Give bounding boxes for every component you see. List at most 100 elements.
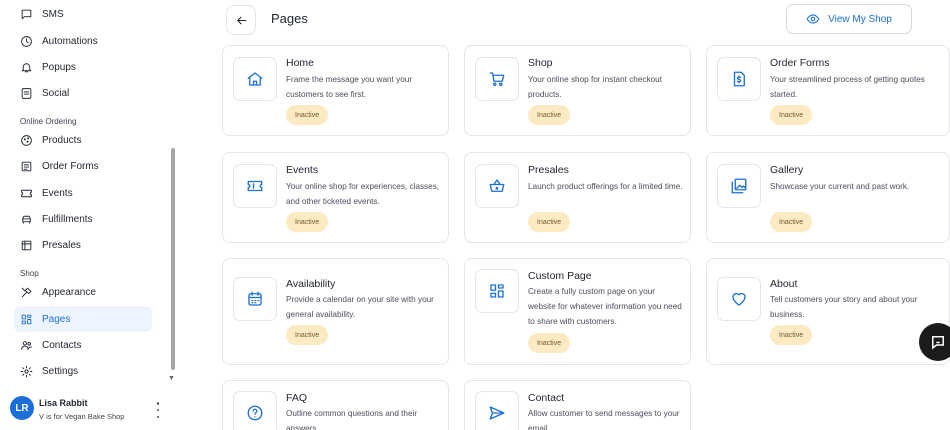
- card-icon-box: [475, 57, 519, 101]
- card-icon-box: [233, 277, 277, 321]
- view-my-shop-button[interactable]: View My Shop: [786, 4, 912, 34]
- dashboard-icon: [490, 284, 504, 298]
- view-my-shop-label: View My Shop: [828, 13, 892, 25]
- page-card-home[interactable]: Home Frame the message you want your cus…: [222, 45, 449, 136]
- sidebar-item-settings[interactable]: Settings: [14, 358, 152, 384]
- presales-icon: [21, 240, 32, 250]
- section-label-online-ordering: Online Ordering: [20, 117, 77, 126]
- sidebar-item-label: Presales: [42, 239, 81, 251]
- card-description: Frame the message you want your customer…: [286, 75, 413, 99]
- status-badge: Inactive: [286, 105, 329, 125]
- card-title: Order Forms: [770, 57, 830, 69]
- sidebar-item-sms[interactable]: SMS: [14, 1, 152, 27]
- status-badge: Inactive: [770, 105, 813, 125]
- chat-widget-button[interactable]: [919, 323, 950, 361]
- sidebar-item-label: Fulfillments: [42, 213, 93, 225]
- back-button[interactable]: [226, 5, 256, 35]
- card-icon-box: [475, 391, 519, 430]
- sidebar: SMS Automations Popups Social Online Ord…: [0, 0, 178, 430]
- page-card-gallery[interactable]: Gallery Showcase your current and past w…: [706, 152, 950, 243]
- sidebar-item-label: Social: [42, 87, 70, 99]
- status-badge: Inactive: [528, 212, 571, 232]
- sidebar-item-label: Events: [42, 187, 73, 199]
- heart-icon: [732, 292, 746, 306]
- section-label-shop: Shop: [20, 269, 39, 278]
- sidebar-item-appearance[interactable]: Appearance: [14, 279, 152, 305]
- car-icon: [22, 215, 31, 224]
- sidebar-item-social[interactable]: Social: [14, 80, 152, 106]
- scroll-down-arrow-icon[interactable]: ▼: [168, 375, 175, 382]
- sidebar-item-pages[interactable]: Pages: [14, 306, 152, 332]
- card-icon-box: [233, 164, 277, 208]
- status-badge: Inactive: [770, 212, 813, 232]
- page-card-events[interactable]: Events Your online shop for experiences,…: [222, 152, 449, 243]
- basket-icon: [489, 179, 505, 192]
- page-card-presales[interactable]: Presales Launch product offerings for a …: [464, 152, 691, 243]
- sidebar-item-products[interactable]: Products: [14, 127, 152, 153]
- sidebar-item-label: Products: [42, 134, 82, 146]
- user-shop-name: V is for Vegan Bake Shop: [39, 412, 125, 421]
- sidebar-item-label: Settings: [42, 365, 79, 377]
- message-icon: [21, 9, 32, 19]
- card-description: Your online shop for experiences, classe…: [286, 182, 440, 206]
- card-title: Gallery: [770, 164, 804, 176]
- page-card-order-forms[interactable]: Order Forms Your streamlined process of …: [706, 45, 950, 136]
- sidebar-item-label: Appearance: [42, 286, 96, 298]
- page-card-custom-page[interactable]: Custom Page Create a fully custom page o…: [464, 258, 691, 365]
- send-icon: [489, 406, 505, 420]
- card-title: FAQ: [286, 392, 308, 404]
- sidebar-item-order-forms[interactable]: Order Forms: [14, 153, 152, 179]
- page-card-faq[interactable]: FAQ Outline common questions and their a…: [222, 380, 449, 430]
- card-description: Tell customers your story and about your…: [770, 295, 918, 319]
- sidebar-item-contacts[interactable]: Contacts: [14, 332, 152, 358]
- sidebar-item-presales[interactable]: Presales: [14, 232, 152, 258]
- sidebar-item-events[interactable]: Events: [14, 180, 152, 206]
- page-card-shop[interactable]: Shop Your online shop for instant checko…: [464, 45, 691, 136]
- page-card-contact[interactable]: Contact Allow customer to send messages …: [464, 380, 691, 430]
- card-icon-box: [233, 391, 277, 430]
- sidebar-item-label: SMS: [42, 8, 64, 20]
- status-badge: Inactive: [528, 333, 571, 353]
- user-name: Lisa Rabbit: [39, 398, 88, 408]
- social-icon: [21, 87, 32, 99]
- sidebar-item-fulfillments[interactable]: Fulfillments: [14, 206, 152, 232]
- cookie-icon: [21, 134, 32, 146]
- card-icon-box: [233, 57, 277, 101]
- status-badge: Inactive: [528, 105, 571, 125]
- sidebar-scrollbar-thumb[interactable]: [171, 148, 175, 370]
- calendar-icon: [248, 291, 262, 306]
- sidebar-item-automations[interactable]: Automations: [14, 28, 152, 54]
- sidebar-item-popups[interactable]: Popups: [14, 54, 152, 80]
- bell-icon: [21, 62, 32, 72]
- card-title: Availability: [286, 278, 336, 290]
- automation-icon: [21, 35, 32, 47]
- cart-icon: [489, 72, 505, 87]
- more-options-icon[interactable]: [153, 402, 163, 418]
- card-description: Create a fully custom page on your websi…: [528, 287, 682, 326]
- page-title: Pages: [271, 11, 308, 26]
- gear-icon: [20, 365, 33, 377]
- ticket-icon: [21, 189, 32, 197]
- sidebar-item-label: Order Forms: [42, 160, 99, 172]
- sidebar-item-label: Contacts: [42, 339, 82, 351]
- card-icon-box: [475, 164, 519, 208]
- card-icon-box: [475, 269, 519, 313]
- page-card-about[interactable]: About Tell customers your story and abou…: [706, 258, 950, 365]
- avatar: LR: [10, 396, 34, 420]
- card-title: Contact: [528, 392, 565, 404]
- grid-icon: [21, 314, 32, 324]
- card-description: Allow customer to send messages to your …: [528, 409, 680, 430]
- order-forms-icon: [21, 161, 32, 171]
- card-title: About: [770, 278, 798, 290]
- card-title: Custom Page: [528, 270, 592, 282]
- status-badge: Inactive: [770, 325, 813, 345]
- card-title: Events: [286, 164, 319, 176]
- chat-icon: [932, 336, 944, 350]
- eye-icon: [806, 14, 820, 24]
- status-badge: Inactive: [286, 325, 329, 345]
- page-card-availability[interactable]: Availability Provide a calendar on your …: [222, 258, 449, 365]
- card-description: Launch product offerings for a limited t…: [528, 182, 683, 191]
- card-title: Presales: [528, 164, 569, 176]
- card-description: Outline common questions and their answe…: [286, 409, 418, 430]
- card-description: Showcase your current and past work.: [770, 182, 910, 191]
